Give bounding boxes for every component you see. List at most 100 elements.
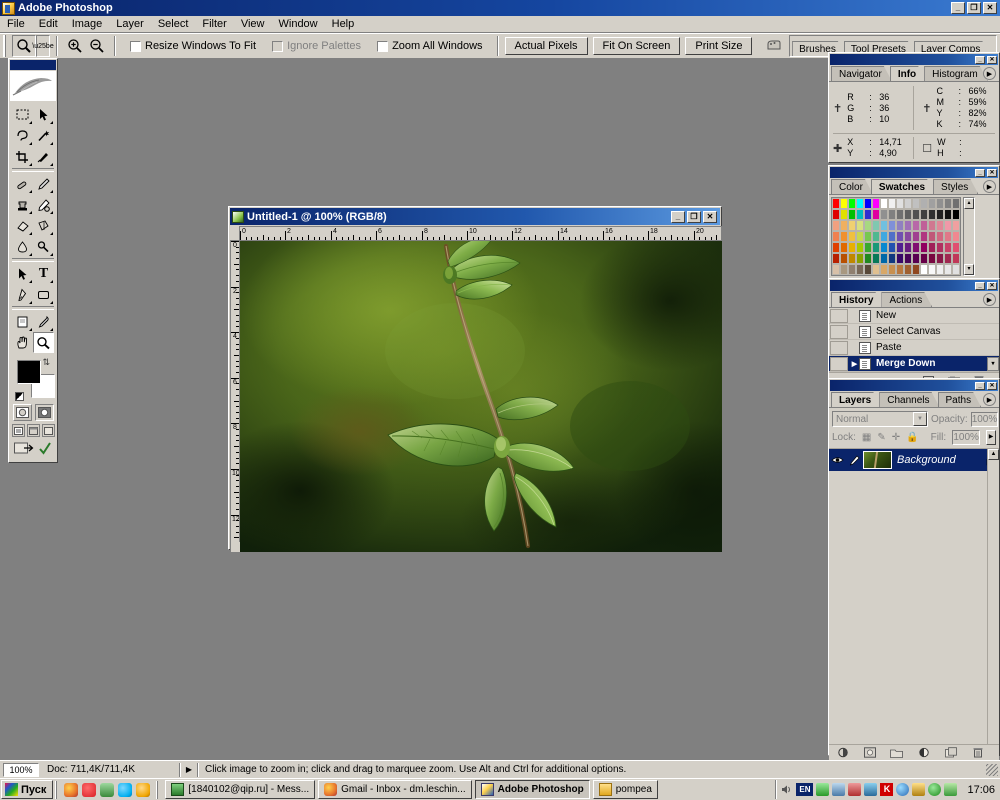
color-swatch[interactable] (840, 253, 848, 264)
maximize-button[interactable]: ❐ (967, 2, 981, 14)
document-titlebar[interactable]: Untitled-1 @ 100% (RGB/8) _ ❐ ✕ (230, 208, 720, 225)
print-size-button[interactable]: Print Size (685, 37, 753, 55)
color-swatch[interactable] (864, 209, 872, 220)
color-swatch[interactable] (896, 220, 904, 231)
color-swatch[interactable] (856, 220, 864, 231)
color-swatch[interactable] (840, 220, 848, 231)
color-swatch[interactable] (896, 231, 904, 242)
magic-wand-tool[interactable] (33, 125, 54, 146)
layers-close-button[interactable]: ✕ (987, 381, 997, 390)
chevron-down-icon[interactable]: ▼ (913, 412, 927, 426)
quick-mask-mode[interactable] (34, 404, 54, 421)
eye-icon[interactable] (829, 455, 846, 465)
taskbar-window-gmail[interactable]: Gmail - Inbox - dm.leschin... (318, 780, 472, 799)
new-group-icon[interactable] (890, 747, 903, 759)
shield-ok-icon[interactable] (928, 783, 942, 796)
dodge-tool[interactable] (33, 236, 54, 257)
slice-tool[interactable] (33, 146, 54, 167)
crop-tool[interactable] (12, 146, 33, 167)
history-state-row[interactable]: New (829, 308, 999, 324)
color-swatch[interactable] (904, 198, 912, 209)
update-icon[interactable] (944, 783, 958, 796)
eyedropper-tool[interactable] (33, 311, 54, 332)
type-tool[interactable]: T (33, 263, 54, 284)
color-swatch[interactable] (920, 198, 928, 209)
color-swatch[interactable] (928, 253, 936, 264)
layers-palette-titlebar[interactable]: _ ✕ (830, 380, 998, 391)
taskbar-clock[interactable]: 17:06 (961, 784, 1000, 796)
layers-scrollbar[interactable]: ▲ (987, 449, 999, 744)
color-swatch[interactable] (904, 220, 912, 231)
doc-minimize-button[interactable]: _ (671, 210, 685, 223)
clone-stamp-tool[interactable] (12, 194, 33, 215)
color-swatch[interactable] (856, 198, 864, 209)
language-indicator[interactable]: EN (796, 783, 814, 796)
history-close-button[interactable]: ✕ (987, 281, 997, 290)
color-swatch[interactable] (832, 242, 840, 253)
kaspersky-icon[interactable] (864, 783, 878, 796)
standard-screen-mode[interactable] (11, 424, 25, 437)
tab-paths[interactable]: Paths (938, 392, 982, 407)
menu-window[interactable]: Window (272, 17, 325, 31)
color-swatch[interactable] (952, 209, 960, 220)
doc-maximize-button[interactable]: ❐ (687, 210, 701, 223)
tab-info[interactable]: Info (890, 66, 926, 81)
menu-filter[interactable]: Filter (195, 17, 233, 31)
color-swatch[interactable] (912, 220, 920, 231)
layers-minimize-button[interactable]: _ (975, 381, 985, 390)
reset-colors-icon[interactable] (15, 392, 24, 401)
color-swatch[interactable] (880, 220, 888, 231)
color-swatch[interactable] (936, 264, 944, 275)
notes-tool[interactable] (12, 311, 33, 332)
color-swatch[interactable] (904, 231, 912, 242)
speaker-icon[interactable] (848, 783, 862, 796)
color-swatch[interactable] (856, 253, 864, 264)
color-swatch[interactable] (944, 253, 952, 264)
color-swatch[interactable] (864, 198, 872, 209)
tab-layers[interactable]: Layers (831, 392, 881, 407)
zoom-in-icon[interactable] (64, 36, 86, 56)
history-brush-tool[interactable] (33, 194, 54, 215)
network-icon[interactable] (816, 783, 830, 796)
new-layer-icon[interactable] (944, 747, 957, 759)
globe-icon[interactable] (896, 783, 910, 796)
healing-brush-tool[interactable] (12, 173, 33, 194)
fill-chevron-right-icon[interactable]: ▶ (986, 430, 996, 445)
firefox-icon[interactable] (64, 782, 79, 797)
color-swatch[interactable] (952, 198, 960, 209)
color-swatch[interactable] (936, 242, 944, 253)
color-swatch[interactable] (896, 198, 904, 209)
skype-icon[interactable] (118, 782, 133, 797)
color-swatch[interactable] (904, 209, 912, 220)
color-swatch[interactable] (848, 242, 856, 253)
tab-channels[interactable]: Channels (879, 392, 939, 407)
color-swatch[interactable] (872, 253, 880, 264)
color-swatch[interactable] (944, 209, 952, 220)
color-swatch[interactable] (928, 264, 936, 275)
gradient-tool[interactable] (33, 215, 54, 236)
swatches-palette-titlebar[interactable]: _ ✕ (830, 167, 998, 178)
palette-menu-icon[interactable]: ▶ (983, 393, 996, 406)
color-swatch[interactable] (936, 198, 944, 209)
swatches-scrollbar[interactable]: ▴ ▾ (963, 197, 975, 276)
jump-to-imageready-icon[interactable] (14, 441, 34, 459)
color-swatch[interactable] (920, 264, 928, 275)
zoom-all-windows-checkbox[interactable]: Zoom All Windows (377, 40, 483, 52)
color-swatch[interactable] (840, 231, 848, 242)
color-swatch[interactable] (896, 209, 904, 220)
media-player-icon[interactable] (136, 782, 151, 797)
palette-menu-icon[interactable]: ▶ (983, 293, 996, 306)
color-swatch[interactable] (920, 253, 928, 264)
history-minimize-button[interactable]: _ (975, 281, 985, 290)
color-swatch[interactable] (848, 209, 856, 220)
tab-histogram[interactable]: Histogram (924, 66, 988, 81)
tab-styles[interactable]: Styles (933, 179, 978, 194)
color-swatch[interactable] (832, 231, 840, 242)
info-close-button[interactable]: ✕ (987, 55, 997, 64)
color-swatch[interactable] (872, 198, 880, 209)
brush-icon[interactable] (846, 454, 863, 466)
lock-transparency-icon[interactable]: ▦ (862, 432, 871, 443)
color-swatch[interactable] (920, 220, 928, 231)
tab-swatches[interactable]: Swatches (871, 179, 935, 194)
printer-icon[interactable] (832, 783, 846, 796)
